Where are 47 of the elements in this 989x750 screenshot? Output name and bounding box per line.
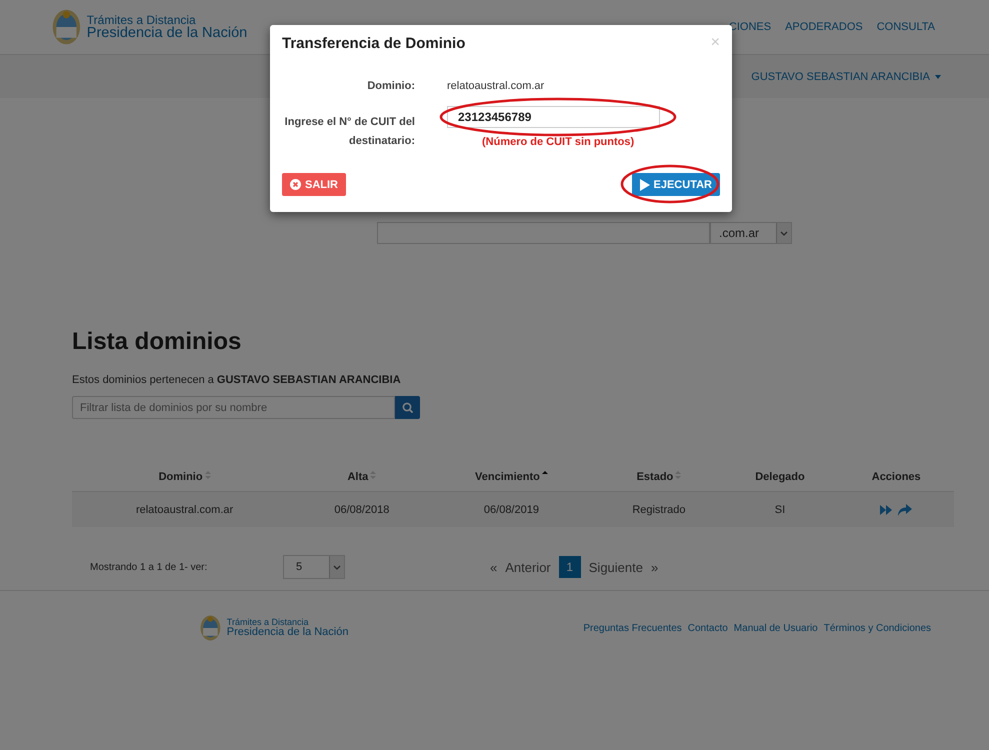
exit-button[interactable]: SALIR [282,173,346,196]
prev-link[interactable]: Anterior [505,560,551,574]
field-label: Dominio: [366,79,415,94]
logo-title: Presidencia de la Nación [86,26,248,40]
footer-link[interactable]: Contacto [688,622,728,634]
next-link[interactable]: Siguiente [588,560,643,574]
table-cell: Registrado [596,492,722,527]
dialog-title: Transferencia de Dominio [282,35,466,52]
filter-field[interactable]: Filtrar lista de dominios por su nombre [72,396,395,419]
table-cell: 06/08/2018 [297,492,427,527]
results-summary: Mostrando 1 a 1 de 1- ver: [90,562,208,572]
next-icon: » [650,560,658,574]
domain-search-field[interactable] [377,222,710,244]
cuit-input[interactable]: 23123456789 [447,106,660,128]
play-icon [640,178,650,190]
table-cell: relatoaustral.com.ar [72,492,298,527]
emblem-icon [200,615,221,641]
fast-forward-icon [880,504,892,516]
page-button[interactable]: 1 [558,556,581,578]
caret-icon [333,564,341,570]
share-arrow-icon [898,504,912,516]
footer-link[interactable]: Preguntas Frecuentes [583,622,682,634]
domain-value: relatoaustral.com.ar [447,79,546,94]
nav-link[interactable]: CONSULTA [876,21,935,33]
nav-link[interactable]: APODERADOS [785,21,863,33]
prev-icon: « [490,560,498,574]
close-circle-icon [290,179,301,190]
description-text: Estos dominios pertenecen a GUSTAVO SEBASTIAN ARANCIBIA [72,374,402,386]
logo-title: Presidencia de la Nación [226,627,348,638]
page-size-select[interactable]: 5 [283,555,345,579]
hint-text: (Número de CUIT sin puntos) [482,136,636,148]
caret-icon [935,74,941,78]
footer-link[interactable]: Manual de Usuario [734,622,818,634]
table-cell: SI [722,492,838,527]
search-button[interactable] [395,396,420,419]
logo-subtitle: Trámites a Distancia [86,14,196,26]
logo-subtitle: Trámites a Distancia [226,618,310,627]
field-label: Ingrese el N° de CUIT del destinatario: [284,115,415,149]
footer-link[interactable]: Términos y Condiciones [824,622,931,634]
execute-button[interactable]: EJECUTAR [632,173,720,196]
extension-select[interactable]: .com.ar [710,222,792,244]
user-menu[interactable]: GUSTAVO SEBASTIAN ARANCIBIA [751,70,941,82]
search-icon [402,402,413,413]
table-cell: 06/08/2019 [426,492,596,527]
emblem-icon [52,9,81,45]
section-title: Lista dominios [72,328,242,356]
caret-icon [780,230,788,236]
